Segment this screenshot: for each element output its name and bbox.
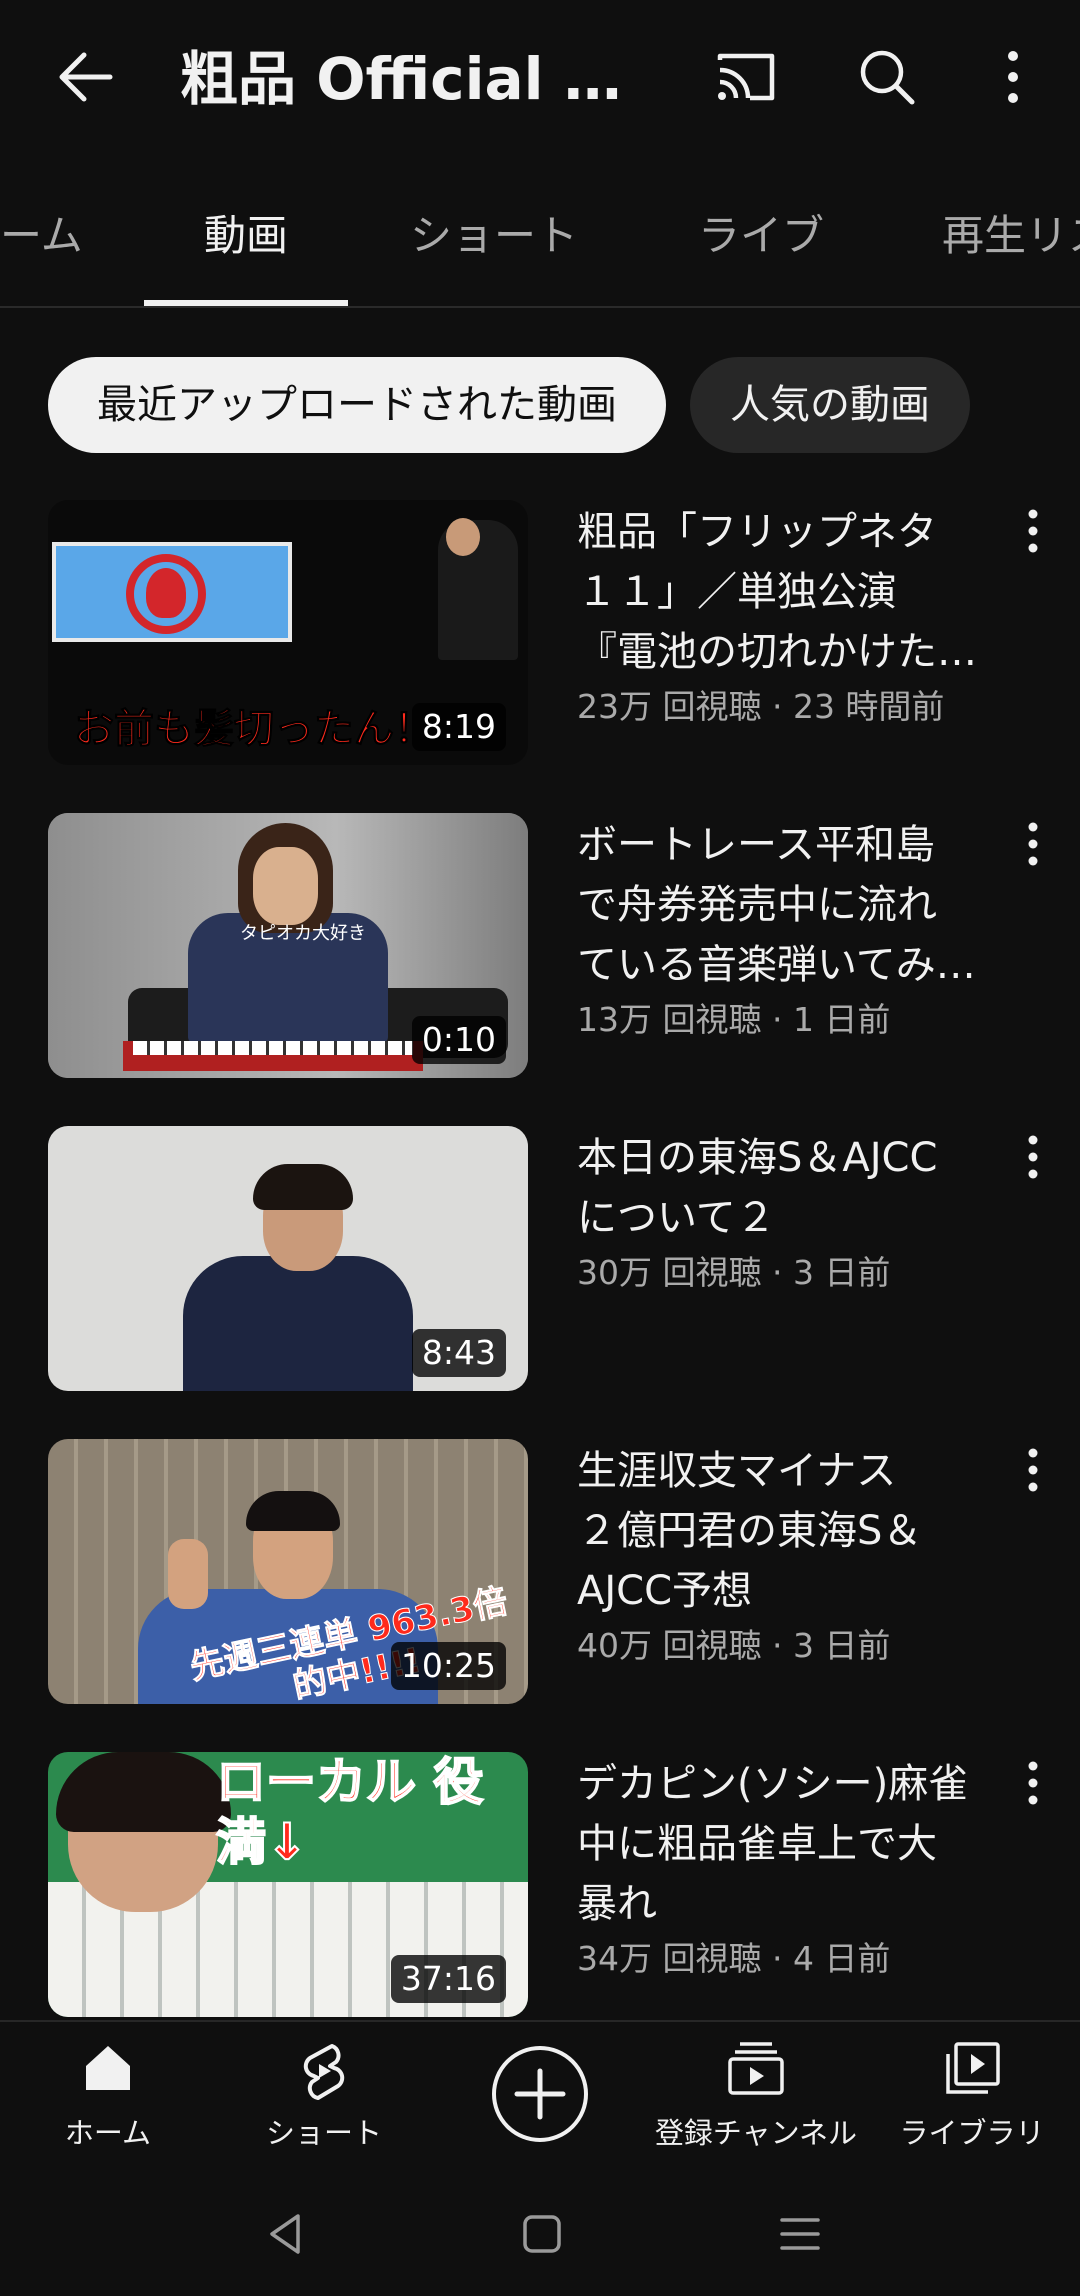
video-thumbnail[interactable]: ローカル 役満↓ 37:16 [48, 1752, 528, 2017]
nav-library[interactable]: ライブラリ [864, 2022, 1080, 2172]
video-title[interactable]: ボートレース平和島 で舟券発売中に流れ ている音楽弾いてみ… [577, 815, 997, 995]
system-navigation-bar [0, 2170, 1080, 2296]
video-thumbnail[interactable]: タピオカ大好き 0:10 [48, 813, 528, 1078]
active-tab-indicator [144, 300, 348, 306]
video-title[interactable]: 生涯収支マイナス ２億円君の東海S＆ AJCC予想 [577, 1441, 997, 1621]
video-thumbnail[interactable]: お前も髪切ったん！ 8:19 [48, 500, 528, 765]
video-item[interactable]: 8:43 本日の東海S＆AJCC について２ 30万 回視聴 · 3 日前 [0, 1126, 1080, 1416]
title-line: で舟券発売中に流れ [577, 882, 937, 928]
thumb-caption: お前も髪切ったん！ [74, 706, 435, 753]
video-thumbnail[interactable]: 8:43 [48, 1126, 528, 1391]
channel-tabs: ーム 動画 ショート ライブ 再生リス [0, 200, 1080, 308]
thumb-face [253, 847, 318, 925]
tab-videos[interactable]: 動画 [204, 200, 288, 308]
title-line: 生涯収支マイナス [577, 1448, 897, 1494]
thumb-hair [246, 1491, 340, 1531]
title-line: 本日の東海S＆AJCC [577, 1135, 938, 1181]
thumb-face [446, 518, 480, 556]
video-duration: 8:43 [411, 1329, 506, 1377]
title-line: デカピン(ソシー)麻雀 [577, 1761, 969, 1807]
thumb-screen [52, 542, 292, 642]
thumb-body [183, 1256, 413, 1391]
video-item[interactable]: 先週三連単 963.3倍的中!!!! 10:25 生涯収支マイナス ２億円君の東… [0, 1439, 1080, 1729]
video-more-icon[interactable] [1016, 1445, 1050, 1495]
app-header: 粗品 Official Ch... [0, 0, 1080, 150]
nav-home[interactable]: ホーム [0, 2022, 216, 2172]
thumb-caption: タピオカ大好き [240, 923, 366, 944]
video-meta: 13万 回視聴 · 1 日前 [577, 1000, 891, 1039]
video-more-icon[interactable] [1016, 1132, 1050, 1182]
library-icon [946, 2042, 1000, 2094]
video-duration: 0:10 [411, 1016, 506, 1064]
title-line: ボートレース平和島 [577, 822, 935, 868]
shorts-icon [303, 2044, 345, 2100]
nav-create[interactable] [432, 2022, 648, 2172]
title-line: ている音楽弾いてみ… [577, 942, 976, 988]
video-title[interactable]: 粗品「フリップネタ １１」／単独公演 『電池の切れかけた… [577, 502, 997, 682]
nav-label: ライブラリ [899, 2116, 1045, 2150]
title-line: １１」／単独公演 [577, 569, 897, 615]
tab-home[interactable]: ーム [0, 200, 83, 308]
video-more-icon[interactable] [1016, 819, 1050, 869]
thumb-caption: ローカル 役満↓ [215, 1752, 484, 1872]
chip-recently-uploaded[interactable]: 最近アップロードされた動画 [48, 357, 666, 453]
nav-subscriptions[interactable]: 登録チャンネル [648, 2022, 864, 2172]
nav-label: ショート [265, 2116, 382, 2150]
title-line: 中に粗品雀卓上で大 [577, 1821, 937, 1867]
video-meta: 30万 回視聴 · 3 日前 [577, 1253, 891, 1292]
video-item[interactable]: お前も髪切ったん！ 8:19 粗品「フリップネタ １１」／単独公演 『電池の切れ… [0, 500, 1080, 790]
back-triangle-icon[interactable] [258, 2206, 314, 2262]
subscriptions-icon [728, 2042, 784, 2095]
video-duration: 37:16 [390, 1955, 506, 2003]
video-title[interactable]: 本日の東海S＆AJCC について２ [577, 1128, 997, 1248]
video-duration: 10:25 [390, 1642, 506, 1690]
home-icon [86, 2046, 130, 2090]
video-more-icon[interactable] [1016, 1758, 1050, 1808]
video-more-icon[interactable] [1016, 506, 1050, 556]
thumb-hair [56, 1752, 231, 1832]
back-arrow-icon[interactable] [50, 42, 120, 112]
thumb-keys [133, 1041, 413, 1055]
video-duration: 8:19 [411, 703, 506, 751]
more-vertical-icon[interactable] [978, 42, 1048, 112]
thumb-fist [168, 1539, 208, 1609]
video-thumbnail[interactable]: 先週三連単 963.3倍的中!!!! 10:25 [48, 1439, 528, 1704]
home-square-icon[interactable] [514, 2206, 570, 2262]
title-line: について２ [577, 1195, 776, 1241]
thumb-hair [253, 1164, 353, 1210]
create-plus-icon [492, 2046, 588, 2142]
video-meta: 34万 回視聴 · 4 日前 [577, 1939, 891, 1978]
nav-label: ホーム [64, 2116, 152, 2150]
tab-shorts[interactable]: ショート [410, 200, 578, 308]
title-line: 暴れ [577, 1881, 657, 1927]
title-line: 『電池の切れかけた… [577, 629, 977, 675]
nav-shorts[interactable]: ショート [216, 2022, 432, 2172]
video-item[interactable]: タピオカ大好き 0:10 ボートレース平和島 で舟券発売中に流れ ている音楽弾い… [0, 813, 1080, 1103]
cast-icon[interactable] [710, 42, 780, 112]
search-icon[interactable] [852, 42, 922, 112]
video-meta: 23万 回視聴 · 23 時間前 [577, 687, 945, 726]
video-title[interactable]: デカピン(ソシー)麻雀 中に粗品雀卓上で大 暴れ [577, 1754, 997, 1934]
title-line: 粗品「フリップネタ [577, 509, 937, 555]
channel-title: 粗品 Official Ch... [180, 45, 640, 113]
video-meta: 40万 回視聴 · 3 日前 [577, 1626, 891, 1665]
title-line: ２億円君の東海S＆ [577, 1508, 923, 1554]
title-line: AJCC予想 [577, 1568, 753, 1614]
tab-live[interactable]: ライブ [698, 200, 824, 308]
chip-popular[interactable]: 人気の動画 [690, 357, 970, 453]
video-item[interactable]: ローカル 役満↓ 37:16 デカピン(ソシー)麻雀 中に粗品雀卓上で大 暴れ … [0, 1752, 1080, 2042]
recents-lines-icon[interactable] [772, 2206, 828, 2262]
tab-playlists[interactable]: 再生リス [942, 200, 1080, 308]
bottom-navigation: ホーム ショート 登録チャンネル ライブラリ [0, 2020, 1080, 2170]
nav-label: 登録チャンネル [654, 2116, 858, 2150]
